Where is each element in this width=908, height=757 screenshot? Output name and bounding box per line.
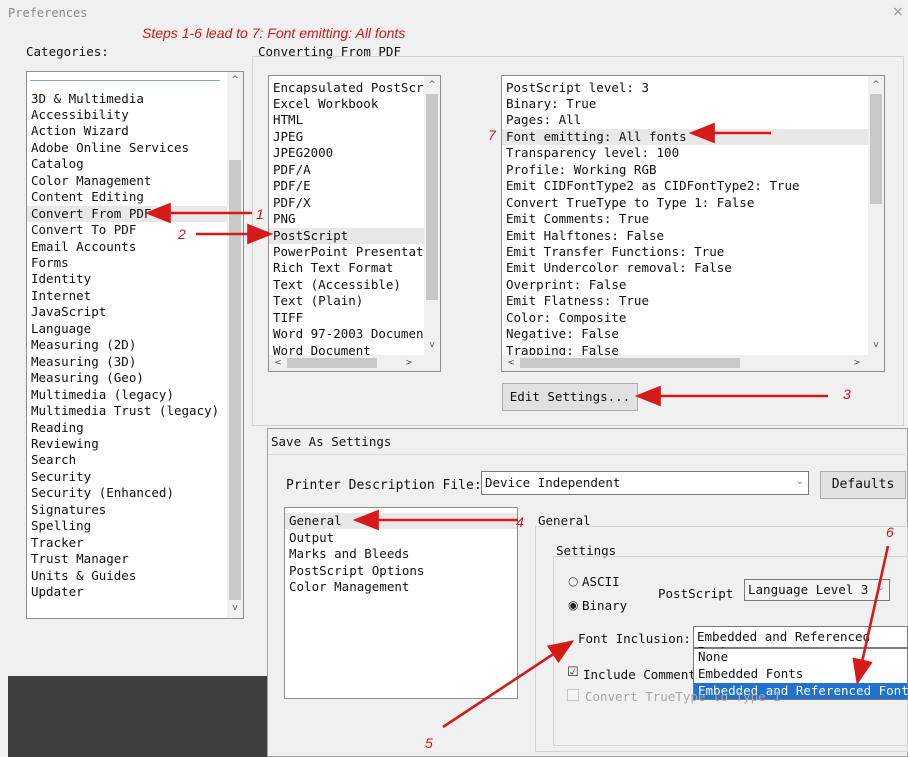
step-7-label: 7 [488, 127, 496, 143]
arrow-step-6 [852, 545, 890, 686]
annotation-arrows [144, 122, 890, 729]
step-4-label: 4 [516, 514, 524, 530]
step-5-label: 5 [425, 735, 433, 751]
step-2-label: 2 [178, 226, 186, 242]
step-3-label: 3 [843, 386, 851, 402]
step-6-label: 6 [886, 524, 894, 540]
arrow-step-5 [442, 640, 575, 729]
step-1-label: 1 [256, 206, 264, 222]
